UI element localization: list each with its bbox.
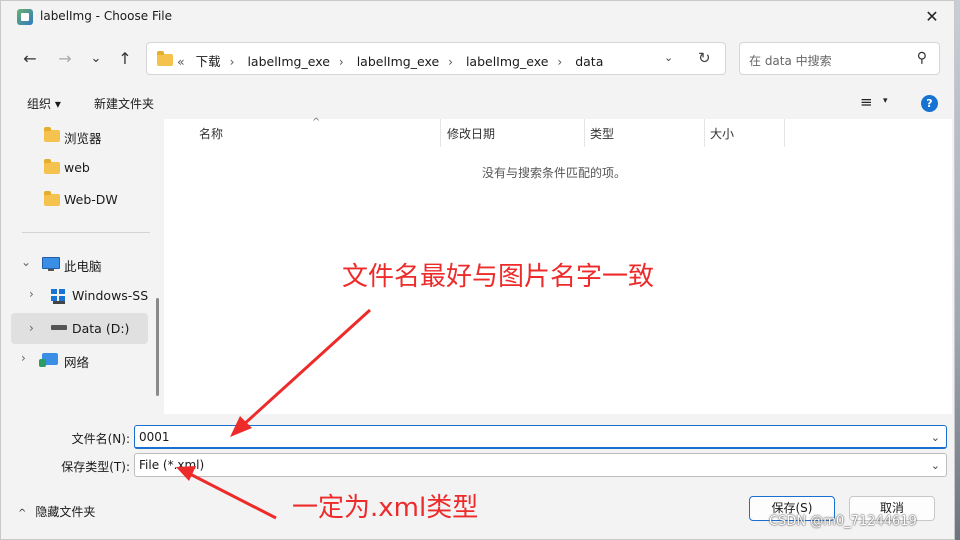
annotation-arrowhead-filetype	[176, 466, 196, 481]
annotation-arrow-filename	[240, 308, 372, 428]
watermark: CSDN @m0_71244619	[769, 514, 917, 529]
annotation-arrow-filetype	[189, 472, 277, 520]
annotation-filetype-note: 一定为.xml类型	[292, 493, 479, 523]
annotation-filename-note: 文件名最好与图片名字一致	[342, 262, 655, 292]
